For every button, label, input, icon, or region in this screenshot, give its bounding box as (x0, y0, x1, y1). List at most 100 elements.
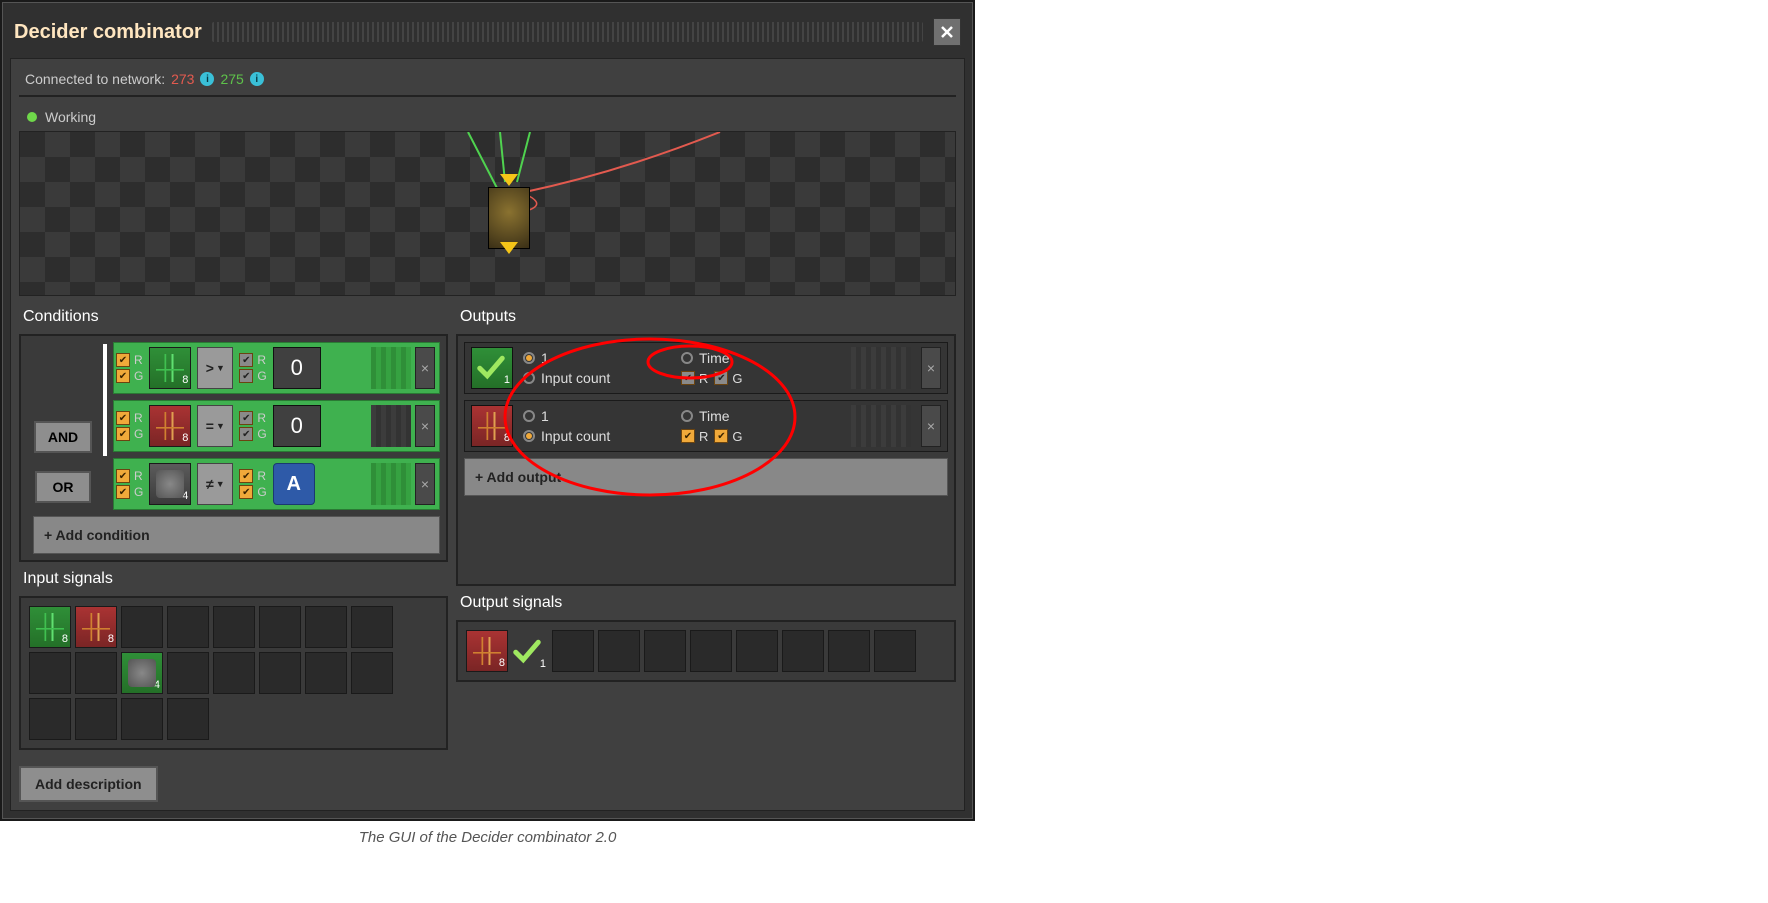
empty-slot[interactable] (213, 606, 255, 648)
circuit-icon (473, 637, 501, 665)
outputs-column: Outputs 1 1 Time Input count (456, 306, 956, 802)
constant-slot[interactable]: 0 (273, 405, 321, 447)
output-mode-inputcount-radio[interactable] (523, 372, 535, 384)
remove-condition-button[interactable]: × (415, 347, 435, 389)
remove-output-button[interactable]: × (921, 347, 941, 389)
output-mode-time-radio[interactable] (681, 352, 693, 364)
g-checkbox[interactable]: ✔ (239, 369, 253, 383)
output-mode-inputcount-radio[interactable] (523, 430, 535, 442)
empty-slot[interactable] (552, 630, 594, 672)
output-r-checkbox[interactable]: ✔ (681, 429, 695, 443)
empty-slot[interactable] (598, 630, 640, 672)
preview-viewport[interactable] (19, 131, 956, 296)
empty-slot[interactable] (75, 652, 117, 694)
entity-preview: Working (19, 103, 956, 296)
input-signal-slot[interactable]: 8 (29, 606, 71, 648)
signal-slot[interactable]: 4 (149, 463, 191, 505)
output-mode-time-radio[interactable] (681, 410, 693, 422)
entity-sprite (488, 187, 530, 249)
g-checkbox[interactable]: ✔ (116, 427, 130, 441)
status-text: Working (45, 109, 96, 125)
empty-slot[interactable] (644, 630, 686, 672)
empty-slot[interactable] (782, 630, 824, 672)
add-output-button[interactable]: + Add output (464, 458, 948, 496)
r-checkbox[interactable]: ✔ (116, 469, 130, 483)
output-row: 8 1 Time Input count ✔R ✔G × (464, 400, 948, 452)
empty-slot[interactable] (121, 698, 163, 740)
r-checkbox[interactable]: ✔ (116, 353, 130, 367)
output-r-checkbox[interactable]: ✔ (681, 371, 695, 385)
outputs-title: Outputs (456, 306, 956, 328)
empty-slot[interactable] (351, 606, 393, 648)
empty-slot[interactable] (29, 698, 71, 740)
output-g-checkbox[interactable]: ✔ (714, 429, 728, 443)
operator-dropdown[interactable]: =▼ (197, 405, 233, 447)
decider-combinator-panel: Decider combinator Connected to network:… (0, 0, 975, 821)
empty-slot[interactable] (167, 652, 209, 694)
add-condition-button[interactable]: + Add condition (33, 516, 440, 554)
output-g-checkbox[interactable]: ✔ (714, 371, 728, 385)
marker-icon (500, 242, 518, 254)
output-signal-slot[interactable]: 8 (471, 405, 513, 447)
r-checkbox[interactable]: ✔ (116, 411, 130, 425)
status-row: Working (19, 103, 956, 131)
empty-slot[interactable] (690, 630, 732, 672)
add-description-button[interactable]: Add description (19, 766, 158, 802)
empty-slot[interactable] (29, 652, 71, 694)
g-checkbox[interactable]: ✔ (239, 427, 253, 441)
input-signal-slot[interactable]: 8 (75, 606, 117, 648)
info-icon[interactable]: i (200, 72, 214, 86)
output-mode-one-radio[interactable] (523, 352, 535, 364)
remove-condition-button[interactable]: × (415, 463, 435, 505)
caption: The GUI of the Decider combinator 2.0 (0, 821, 975, 854)
empty-slot[interactable] (305, 606, 347, 648)
titlebar: Decider combinator (10, 10, 965, 58)
g-checkbox[interactable]: ✔ (116, 369, 130, 383)
item-icon (128, 659, 156, 687)
row-stripe-icon (371, 347, 411, 389)
empty-slot[interactable] (167, 698, 209, 740)
r-checkbox[interactable]: ✔ (239, 353, 253, 367)
empty-slot[interactable] (259, 606, 301, 648)
remove-output-button[interactable]: × (921, 405, 941, 447)
condition-row: ✔R ✔G 8 >▼ ✔R ✔G 0 × (113, 342, 440, 394)
empty-slot[interactable] (874, 630, 916, 672)
empty-slot[interactable] (167, 606, 209, 648)
signal-slot[interactable]: 8 (149, 347, 191, 389)
signal-slot[interactable]: 8 (149, 405, 191, 447)
empty-slot[interactable] (213, 652, 255, 694)
or-button[interactable]: OR (35, 471, 91, 503)
empty-slot[interactable] (121, 606, 163, 648)
condition-row: ✔R ✔G 4 ≠▼ ✔R ✔G A × (113, 458, 440, 510)
operator-dropdown[interactable]: ≠▼ (197, 463, 233, 505)
g-checkbox[interactable]: ✔ (116, 485, 130, 499)
inner-frame: Connected to network: 273 i 275 i Workin… (10, 58, 965, 811)
g-checkbox[interactable]: ✔ (239, 485, 253, 499)
info-icon[interactable]: i (250, 72, 264, 86)
empty-slot[interactable] (351, 652, 393, 694)
output-signal-item[interactable]: 1 (512, 630, 548, 672)
signal-slot[interactable]: A (273, 463, 315, 505)
input-signal-slot[interactable]: 4 (121, 652, 163, 694)
constant-slot[interactable]: 0 (273, 347, 321, 389)
r-checkbox[interactable]: ✔ (239, 469, 253, 483)
output-mode-one-radio[interactable] (523, 410, 535, 422)
input-signals-title: Input signals (19, 568, 448, 590)
output-signal-item[interactable]: 8 (466, 630, 508, 672)
empty-slot[interactable] (828, 630, 870, 672)
drag-handle[interactable] (212, 22, 923, 42)
remove-condition-button[interactable]: × (415, 405, 435, 447)
and-button[interactable]: AND (34, 421, 92, 453)
empty-slot[interactable] (305, 652, 347, 694)
conditions-column: Conditions AND OR ✔R (19, 306, 448, 802)
empty-slot[interactable] (259, 652, 301, 694)
empty-slot[interactable] (75, 698, 117, 740)
close-button[interactable] (933, 18, 961, 46)
group-bracket-icon (103, 344, 107, 456)
output-signal-slot[interactable]: 1 (471, 347, 513, 389)
row-stripe-icon (851, 347, 911, 389)
network-red-id: 273 (171, 71, 194, 87)
operator-dropdown[interactable]: >▼ (197, 347, 233, 389)
r-checkbox[interactable]: ✔ (239, 411, 253, 425)
empty-slot[interactable] (736, 630, 778, 672)
